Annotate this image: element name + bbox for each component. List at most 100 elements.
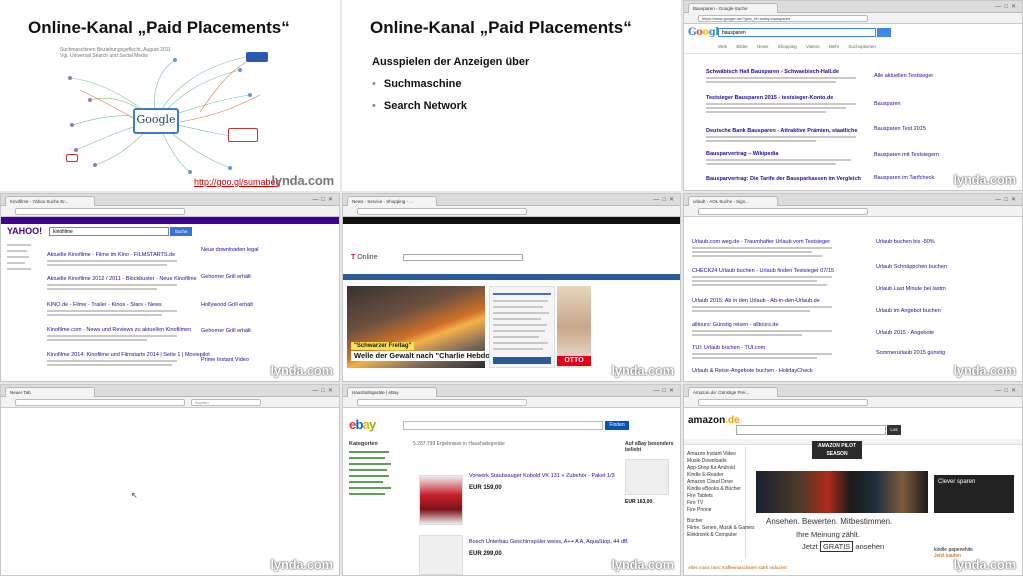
- tonline-menu[interactable]: [343, 274, 680, 280]
- menu-item[interactable]: Elektronik & Computer: [687, 532, 737, 538]
- google-tabs[interactable]: Web Bilder News Shopping Videos Mehr Suc…: [718, 44, 876, 49]
- google-search-button[interactable]: [877, 28, 891, 37]
- banner-cta[interactable]: Jetzt GRATIS ansehen: [802, 541, 884, 552]
- yahoo-search-input[interactable]: kinofilme: [49, 227, 169, 236]
- menu-item[interactable]: Amazon Instant Video: [687, 451, 736, 457]
- category-link[interactable]: [349, 457, 385, 459]
- ad-link[interactable]: Urlaub 2015 - Angebote: [876, 330, 934, 336]
- window-controls[interactable]: —□✕: [312, 387, 336, 394]
- window-controls[interactable]: —□✕: [653, 387, 677, 394]
- result-link[interactable]: Schwäbisch Hall Bausparen - Schwaebisch-…: [706, 69, 839, 75]
- category-link[interactable]: [349, 487, 391, 489]
- menu-item[interactable]: Fire Phone: [687, 507, 711, 513]
- ad-link[interactable]: Gehorner Grill erhält: [201, 328, 251, 334]
- ebay-search-input[interactable]: [403, 421, 603, 430]
- menu-item[interactable]: Kindle E-Reader: [687, 472, 724, 478]
- ad-link[interactable]: Gehorner Grill erhält: [201, 274, 251, 280]
- result-link[interactable]: Urlaub 2015: Ab in den Urlaub - Ab-in-de…: [692, 298, 820, 304]
- listing-title[interactable]: Bosch Unterbau Geschirrspüler weiss, A++…: [469, 539, 628, 545]
- browser-tab[interactable]: Neuer Tab: [5, 387, 95, 397]
- sidebar-item[interactable]: [7, 268, 31, 270]
- category-link[interactable]: [349, 481, 383, 483]
- category-link[interactable]: [349, 451, 389, 453]
- browser-tab[interactable]: Kinofilme - Yahoo Suche Er...: [5, 196, 95, 206]
- result-link[interactable]: CHECK24 Urlaub buchen - Urlaub finden Te…: [692, 268, 834, 274]
- result-link[interactable]: alltours: Günstig reisen - alltours.de: [692, 322, 779, 328]
- pilot-season-banner[interactable]: [756, 471, 928, 513]
- window-controls[interactable]: —□✕: [995, 196, 1019, 203]
- browser-tab[interactable]: Amazon.de: Günstige Prei...: [688, 387, 778, 397]
- result-link[interactable]: Kinofilme 2014: Kinofilme und Filmstarts…: [47, 352, 210, 358]
- menu-item[interactable]: Filme, Serien, Musik & Games: [687, 525, 755, 531]
- ad-link[interactable]: Neue downloaden legal: [201, 247, 259, 253]
- ad-link[interactable]: Urlaub Schnäppchen buchen: [876, 264, 947, 270]
- category-link[interactable]: [349, 475, 389, 477]
- yahoo-search-button[interactable]: Suche: [170, 227, 192, 236]
- ad-link[interactable]: Bausparen Test 2015: [874, 126, 926, 132]
- window-controls[interactable]: —□✕: [312, 196, 336, 203]
- window-controls[interactable]: —□✕: [995, 3, 1019, 10]
- tonline-topbar[interactable]: [343, 217, 680, 224]
- browser-tab[interactable]: News - Service - Shopping - ...: [347, 196, 437, 206]
- url-field[interactable]: [357, 208, 527, 215]
- menu-item[interactable]: Musik-Downloads: [687, 458, 726, 464]
- result-link[interactable]: Bausparvertrag: Die Tarife der Bausparka…: [706, 176, 861, 182]
- google-search-input[interactable]: bausparen: [718, 28, 876, 37]
- sidebar-item[interactable]: [7, 256, 29, 258]
- ad-link[interactable]: Alle aktuellen Testsieger: [874, 73, 933, 79]
- result-link[interactable]: Deutsche Bank Bausparen - Attraktive Prä…: [706, 128, 857, 134]
- ebay-find-button[interactable]: Finden: [605, 421, 629, 430]
- browser-tab[interactable]: urlaub - AOL Suche - Sign...: [688, 196, 778, 206]
- side-product-image[interactable]: [625, 459, 669, 495]
- product-image[interactable]: [419, 535, 463, 575]
- source-link[interactable]: http://goo.gl/sumabeg: [194, 177, 281, 187]
- result-link[interactable]: KINO.de - Filme - Trailer - Kinos - Star…: [47, 302, 162, 308]
- ad-link[interactable]: Urlaub im Angebot buchen: [876, 308, 941, 314]
- ad-link[interactable]: Hollywood Grill erhält: [201, 302, 253, 308]
- result-link[interactable]: Testsieger Bausparen 2015 - testsieger-K…: [706, 95, 833, 101]
- url-field[interactable]: https://www.google.de/?gws_rd=ssl#q=baus…: [698, 15, 868, 22]
- result-link[interactable]: Aktuelle Kinofilme 2012 / 2011 - Blockbu…: [47, 276, 197, 282]
- ad-link[interactable]: Urlaub Last Minute bei lastm: [876, 286, 946, 292]
- url-field[interactable]: [15, 208, 185, 215]
- result-link[interactable]: Kinofilme.com - News und Reviews zu aktu…: [47, 327, 191, 333]
- url-field[interactable]: [698, 399, 868, 406]
- menu-item[interactable]: Kindle eBooks & Bücher: [687, 486, 741, 492]
- ad-link[interactable]: Prime Instant Video: [201, 357, 249, 363]
- sidebar-item[interactable]: [7, 250, 27, 252]
- side-ad[interactable]: Clever sparen: [934, 475, 1014, 513]
- sidebar-item[interactable]: [7, 262, 25, 264]
- url-field[interactable]: [357, 399, 527, 406]
- window-controls[interactable]: —□✕: [653, 196, 677, 203]
- sidebar-item[interactable]: [7, 244, 31, 246]
- window-controls[interactable]: —□✕: [995, 387, 1019, 394]
- ad-link[interactable]: Bausparen mit Testsiegern: [874, 152, 939, 158]
- yahoo-nav-bar[interactable]: [1, 217, 339, 224]
- result-link[interactable]: Bausparvertrag – Wikipedia: [706, 151, 778, 157]
- menu-item[interactable]: Fire TV: [687, 500, 703, 506]
- category-link[interactable]: [349, 493, 385, 495]
- amazon-search-button[interactable]: Los: [887, 425, 901, 435]
- ad-link[interactable]: Sommerurlaub 2015 günstig: [876, 350, 945, 356]
- otto-ad[interactable]: OTTO: [557, 356, 591, 366]
- result-link[interactable]: TUI: Urlaub buchen - TUI.com: [692, 345, 765, 351]
- ad-link[interactable]: Urlaub buchen bis -50%: [876, 239, 935, 245]
- menu-item[interactable]: App-Shop für Android: [687, 465, 735, 471]
- menu-item[interactable]: Amazon Cloud Drive: [687, 479, 733, 485]
- category-link[interactable]: [349, 469, 387, 471]
- promo-footer[interactable]: Alles muss raus: Kaffeemaschinen stark r…: [688, 565, 787, 570]
- browser-search-field[interactable]: Suchen: [191, 399, 261, 406]
- url-field[interactable]: [698, 208, 868, 215]
- browser-tab[interactable]: Haushaltsgeräte | eBay: [347, 387, 437, 397]
- ad-link[interactable]: Bausparen: [874, 101, 901, 107]
- amazon-search-input[interactable]: [736, 425, 886, 435]
- browser-tab[interactable]: Bausparen - Google-Suche: [688, 3, 778, 13]
- result-link[interactable]: Aktuelle Kinofilme - Filme im Kino - FIL…: [47, 252, 175, 258]
- result-link[interactable]: Urlaub & Reise-Angebote buchen - Holiday…: [692, 368, 813, 374]
- product-image[interactable]: [419, 475, 463, 525]
- url-field[interactable]: [15, 399, 185, 406]
- menu-item[interactable]: Bücher: [687, 518, 703, 524]
- pilot-season-badge[interactable]: AMAZON PILOT SEASON: [812, 441, 862, 459]
- ad-link[interactable]: Bausparen im Tarifcheck: [874, 175, 934, 181]
- tonline-search-input[interactable]: [403, 254, 523, 261]
